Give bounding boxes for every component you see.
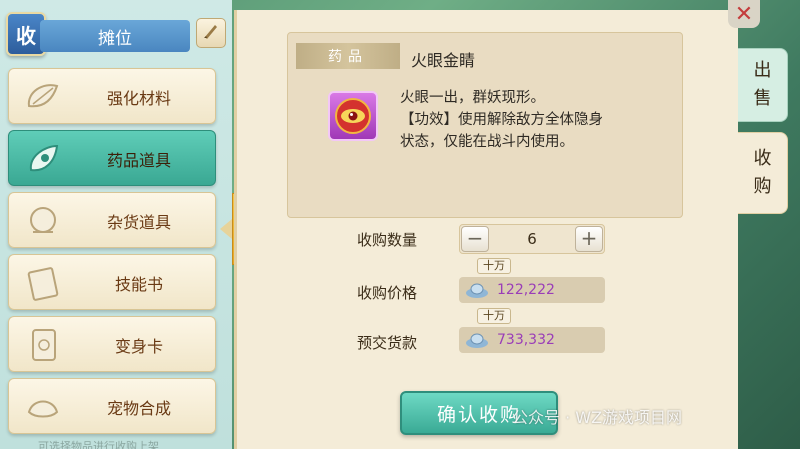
potion-icon (21, 138, 65, 180)
watermark: 公众号 · WZ游戏项目网 (512, 408, 683, 427)
deposit-value: 733,332 (497, 332, 555, 348)
item-category-tag: 药品 (296, 43, 400, 69)
deposit-field: 733,332 (459, 327, 605, 353)
silver-ingot-icon (465, 281, 489, 299)
panel-header: 收 摊位 (0, 12, 232, 58)
silver-ingot-icon (465, 331, 489, 349)
menu-item-potion[interactable]: 药品道具 (8, 130, 216, 186)
tab-buy-label-1: 收 (753, 148, 772, 169)
quantity-label: 收购数量 (357, 231, 418, 249)
desc-line: 火眼一出，群妖现形。 (400, 90, 545, 106)
edit-button[interactable] (196, 18, 226, 48)
menu-label: 变身卡 (114, 337, 163, 356)
panel-hint: 可选择物品进行收购上架 (38, 440, 159, 449)
tab-buy[interactable]: 收 购 (738, 132, 788, 214)
menu-item-material[interactable]: 强化材料 (8, 68, 216, 124)
tab-sell-label-2: 售 (753, 88, 772, 109)
fire-eye-item-icon[interactable] (328, 91, 378, 141)
desc-line: 状态，仅能在战斗内使用。 (400, 134, 574, 150)
category-panel: 收 摊位 强化材料 药品道具 杂货道具 技能书 变身卡 宠物合成 可选择物品进行… (0, 0, 232, 449)
menu-item-skillbook[interactable]: 技能书 (8, 254, 216, 310)
menu-label: 杂货道具 (106, 213, 171, 232)
menu-label: 技能书 (114, 275, 163, 294)
return-arrow-icon (220, 219, 232, 239)
tab-buy-label-2: 购 (753, 176, 772, 197)
price-field[interactable]: 122,222 (459, 277, 605, 303)
menu-label: 强化材料 (106, 89, 171, 108)
price-label: 收购价格 (357, 284, 418, 302)
desc-line: 【功效】使用解除敌方全体隐身 (400, 112, 603, 128)
item-card: 药品 火眼金睛 火眼一出，群妖现形。 【功效】使用解除敌方全体隐身 状态，仅能在… (287, 32, 683, 218)
close-button[interactable]: ✕ (728, 0, 760, 28)
tab-sell[interactable]: 出 售 (738, 48, 788, 122)
menu-label: 药品道具 (106, 151, 171, 170)
deposit-unit-tag: 十万 (477, 308, 511, 324)
tab-sell-label-1: 出 (753, 60, 772, 81)
goods-icon (21, 200, 65, 242)
item-name: 火眼金睛 (411, 51, 476, 70)
decrease-button[interactable]: − (461, 226, 489, 252)
price-value: 122,222 (497, 282, 555, 298)
item-description: 火眼一出，群妖现形。 【功效】使用解除敌方全体隐身 状态，仅能在战斗内使用。 (400, 87, 670, 153)
buy-order-panel: 药品 火眼金睛 火眼一出，群妖现形。 【功效】使用解除敌方全体隐身 状态，仅能在… (234, 10, 738, 449)
increase-button[interactable]: + (575, 226, 603, 252)
material-icon (21, 76, 65, 118)
panel-title: 摊位 (40, 20, 190, 52)
menu-item-transform-card[interactable]: 变身卡 (8, 316, 216, 372)
skillbook-icon (21, 262, 65, 304)
price-unit-tag: 十万 (477, 258, 511, 274)
quantity-value[interactable]: 6 (490, 225, 574, 253)
quantity-stepper: − 6 + (459, 224, 605, 254)
menu-label: 宠物合成 (106, 399, 171, 418)
pet-compose-icon (21, 386, 65, 428)
menu-item-goods[interactable]: 杂货道具 (8, 192, 216, 248)
deposit-label: 预交货款 (357, 334, 418, 352)
transform-card-icon (21, 324, 65, 366)
brush-icon (201, 21, 221, 45)
menu-item-pet-compose[interactable]: 宠物合成 (8, 378, 216, 434)
